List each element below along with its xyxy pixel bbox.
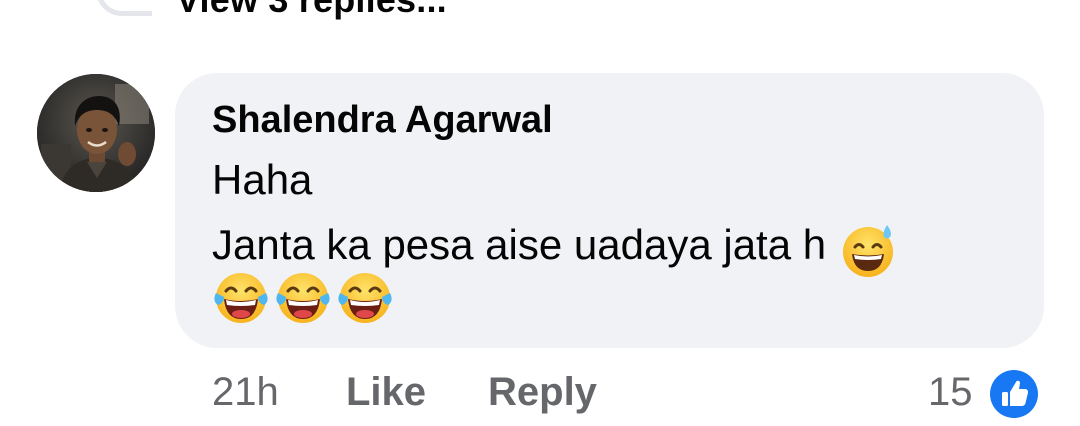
thread-connector-line [96, 0, 152, 16]
comment-bubble[interactable]: Shalendra Agarwal Haha Janta ka pesa ais… [175, 73, 1044, 348]
face-with-tears-of-joy-icon [336, 269, 394, 327]
like-icon[interactable] [990, 370, 1038, 418]
comment-author[interactable]: Shalendra Agarwal [212, 97, 553, 143]
avatar[interactable] [37, 74, 155, 192]
grinning-face-with-sweat-icon [840, 221, 898, 279]
reaction-count[interactable]: 15 [928, 366, 973, 418]
like-button[interactable]: Like [346, 366, 426, 418]
comment-timestamp[interactable]: 21h [212, 366, 279, 418]
comment-text-line: Haha [212, 156, 313, 203]
face-with-tears-of-joy-icon [212, 269, 270, 327]
comment-section: View 3 replies... [0, 0, 1080, 426]
emoji-row [212, 269, 394, 329]
comment-text: Janta ka pesa aise uadaya jata h [212, 221, 827, 269]
face-with-tears-of-joy-icon [274, 269, 332, 327]
view-replies-link[interactable]: View 3 replies... [176, 0, 447, 22]
reply-button[interactable]: Reply [488, 366, 597, 418]
